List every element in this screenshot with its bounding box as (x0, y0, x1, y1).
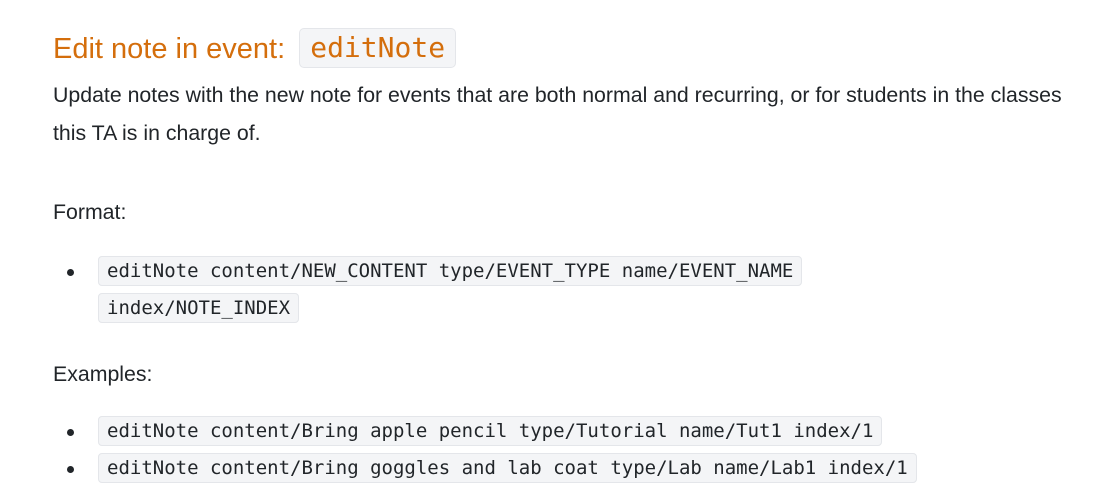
command-description: Update notes with the new note for event… (53, 83, 1062, 145)
bullet-dot-icon (67, 269, 74, 276)
section-heading-text: Edit note in event: (53, 33, 294, 65)
example-command-code: editNote content/Bring apple pencil type… (98, 416, 883, 446)
format-label: Format: (53, 200, 127, 224)
format-list: editNote content/NEW_CONTENT type/EVENT_… (53, 253, 953, 327)
section-heading-command-code: editNote (299, 28, 457, 68)
example-list-item: editNote content/Bring apple pencil type… (53, 413, 1093, 450)
example-list-item: editNote content/Bring goggles and lab c… (53, 450, 1093, 487)
bullet-dot-icon (67, 466, 74, 473)
section-heading: Edit note in event: editNote (53, 28, 457, 69)
format-command-code: editNote content/NEW_CONTENT type/EVENT_… (98, 256, 803, 323)
example-command-code: editNote content/Bring goggles and lab c… (98, 453, 917, 483)
format-list-item: editNote content/NEW_CONTENT type/EVENT_… (53, 253, 953, 327)
examples-label: Examples: (53, 362, 153, 386)
bullet-dot-icon (67, 429, 74, 436)
examples-list: editNote content/Bring apple pencil type… (53, 413, 1093, 487)
